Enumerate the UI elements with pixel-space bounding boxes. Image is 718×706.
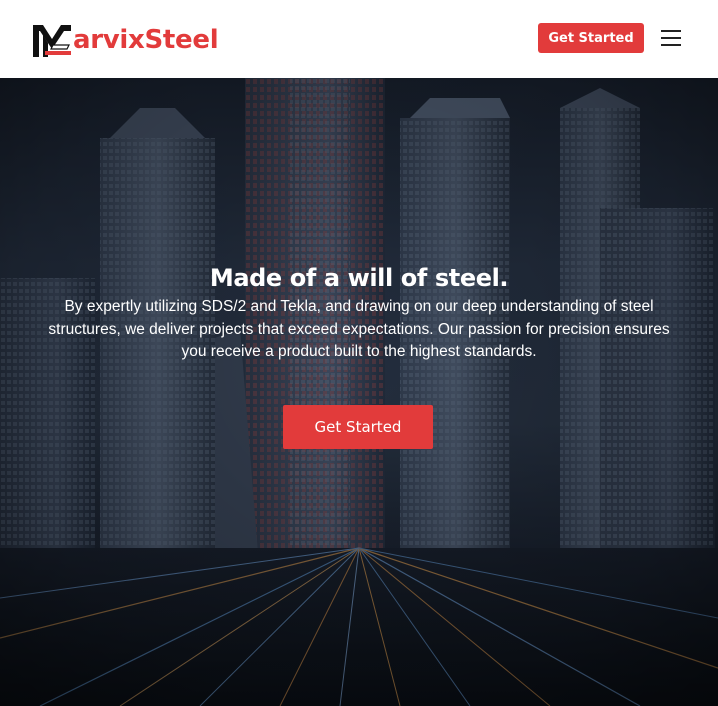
m-beam-logo-icon xyxy=(33,25,71,57)
brand-logo[interactable]: arvixSteel xyxy=(31,20,219,60)
hero-dark-overlay xyxy=(0,78,718,706)
header-get-started-button[interactable]: Get Started xyxy=(538,23,644,53)
site-header: arvixSteel Get Started xyxy=(0,0,718,78)
hero-get-started-button[interactable]: Get Started xyxy=(283,405,433,449)
hero-description: By expertly utilizing SDS/2 and Tekla, a… xyxy=(48,298,670,360)
hero-section: Made of a will of steel. By expertly uti… xyxy=(0,78,718,706)
hamburger-menu-icon[interactable] xyxy=(660,28,682,46)
brand-name: arvixSteel xyxy=(73,25,219,55)
hero-title: Made of a will of steel. xyxy=(209,264,509,292)
